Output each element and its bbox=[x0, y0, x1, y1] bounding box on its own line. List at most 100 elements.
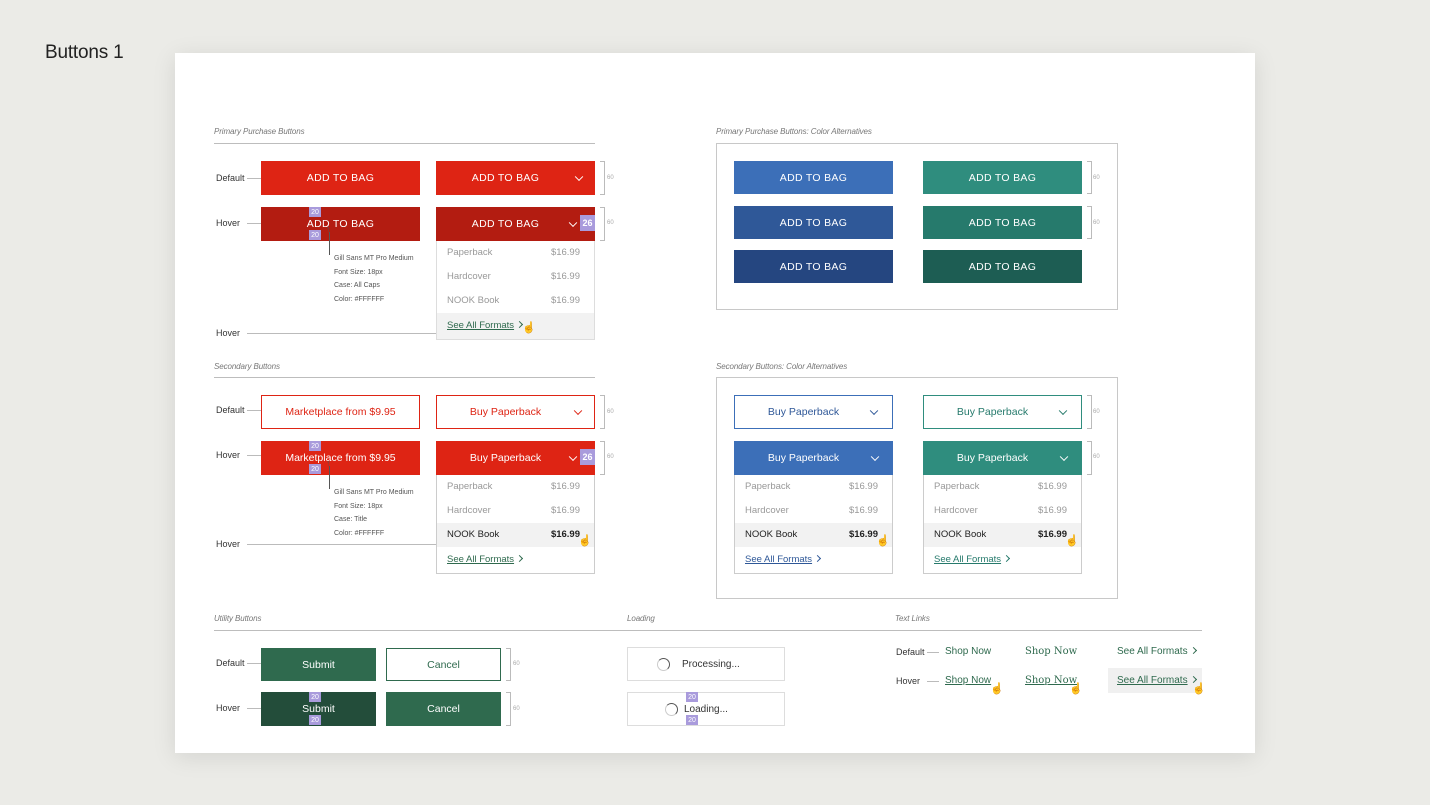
section-label-secondary: Secondary Buttons bbox=[214, 362, 280, 371]
add-to-bag-teal-hover[interactable]: ADD TO BAG bbox=[923, 206, 1082, 239]
menu-item-paperback[interactable]: Paperback $16.99 bbox=[924, 475, 1081, 499]
section-label-primary-alt: Primary Purchase Buttons: Color Alternat… bbox=[716, 127, 872, 136]
height-bracket bbox=[1087, 206, 1092, 239]
chevron-right-icon bbox=[1189, 675, 1197, 684]
padding-marker-right: 26 bbox=[580, 215, 595, 231]
buy-paperback-button-hover[interactable]: Buy Paperback bbox=[436, 441, 595, 475]
button-label: ADD TO BAG bbox=[471, 172, 540, 184]
shop-now-link-hover[interactable]: Shop Now bbox=[945, 675, 991, 686]
chevron-right-icon bbox=[814, 554, 822, 563]
add-to-bag-blue-hover[interactable]: ADD TO BAG bbox=[734, 206, 893, 239]
padding-marker-top: 20 bbox=[309, 692, 321, 702]
menu-item-hardcover[interactable]: Hardcover $16.99 bbox=[924, 499, 1081, 523]
menu-item-nook-book[interactable]: NOOK Book $16.99 bbox=[437, 289, 594, 313]
pointer-cursor-icon: ☝ bbox=[1065, 535, 1079, 547]
connector-line bbox=[927, 652, 939, 653]
buy-paperback-blue-hover[interactable]: Buy Paperback bbox=[734, 441, 893, 475]
arrow-up-icon: ↑ bbox=[326, 458, 331, 468]
row-label-default: Default bbox=[216, 658, 245, 668]
pointer-cursor-icon: ☝ bbox=[990, 683, 1004, 695]
cancel-button-hover[interactable]: Cancel bbox=[386, 692, 501, 726]
add-to-bag-button-hover[interactable]: ADD TO BAG bbox=[261, 207, 420, 241]
shop-now-serif-link[interactable]: Shop Now bbox=[1025, 646, 1077, 657]
marketplace-button-hover[interactable]: Marketplace from $9.95 bbox=[261, 441, 420, 475]
menu-item-paperback[interactable]: Paperback $16.99 bbox=[437, 241, 594, 265]
padding-marker-top: 20 bbox=[686, 692, 698, 702]
marketplace-button[interactable]: Marketplace from $9.95 bbox=[261, 395, 420, 429]
connector-line bbox=[247, 544, 436, 545]
dimension-label: 60 bbox=[1093, 220, 1100, 226]
row-label-hover: Hover bbox=[216, 703, 241, 713]
menu-footer: See All Formats bbox=[735, 547, 892, 573]
menu-item-nook-book[interactable]: NOOK Book $16.99 ☝ bbox=[924, 523, 1081, 547]
dimension-label: 60 bbox=[1093, 454, 1100, 460]
shop-now-link[interactable]: Shop Now bbox=[945, 646, 991, 657]
see-all-formats-link[interactable]: See All Formats bbox=[745, 554, 822, 565]
chevron-down-icon bbox=[568, 218, 578, 228]
dimension-label: 60 bbox=[607, 409, 614, 415]
add-to-bag-dropdown-button-hover[interactable]: ADD TO BAG bbox=[436, 207, 595, 241]
section-label-primary: Primary Purchase Buttons bbox=[214, 127, 305, 136]
artboard: Primary Purchase Buttons Default ADD TO … bbox=[175, 53, 1255, 753]
add-to-bag-blue-default[interactable]: ADD TO BAG bbox=[734, 161, 893, 194]
pointer-cursor-icon: ☝ bbox=[876, 535, 890, 547]
format-dropdown-menu-teal: Paperback $16.99 Hardcover $16.99 NOOK Boo… bbox=[923, 475, 1082, 574]
menu-item-nook-book[interactable]: NOOK Book $16.99 ☝ bbox=[437, 523, 594, 547]
buy-paperback-blue-default[interactable]: Buy Paperback bbox=[734, 395, 893, 429]
menu-item-nook-book[interactable]: NOOK Book $16.99 ☝ bbox=[735, 523, 892, 547]
see-all-formats-link[interactable]: See All Formats bbox=[447, 554, 524, 565]
add-to-bag-teal-default[interactable]: ADD TO BAG bbox=[923, 161, 1082, 194]
menu-item-paperback[interactable]: Paperback $16.99 bbox=[735, 475, 892, 499]
spec-line: Gill Sans MT Pro Medium bbox=[334, 255, 414, 262]
section-rule bbox=[214, 630, 1202, 631]
menu-item-hardcover[interactable]: Hardcover $16.99 bbox=[437, 265, 594, 289]
height-bracket bbox=[1087, 161, 1092, 194]
annotation-line bbox=[329, 232, 330, 255]
format-dropdown-menu-blue: Paperback $16.99 Hardcover $16.99 NOOK Boo… bbox=[734, 475, 893, 574]
padding-marker-top: 20 bbox=[309, 441, 321, 451]
row-label-default: Default bbox=[216, 405, 245, 415]
pointer-cursor-icon: ☝ bbox=[522, 322, 536, 334]
button-label: ADD TO BAG bbox=[306, 218, 375, 230]
add-to-bag-button[interactable]: ADD TO BAG bbox=[261, 161, 420, 195]
padding-marker-bottom: 20 bbox=[309, 464, 321, 474]
padding-marker-bottom: 20 bbox=[309, 715, 321, 725]
padding-marker-right: 26 bbox=[580, 449, 595, 465]
add-to-bag-blue-active[interactable]: ADD TO BAG bbox=[734, 250, 893, 283]
dimension-label: 60 bbox=[607, 220, 614, 226]
type-spec: Gill Sans MT Pro Medium Font Size: 18px … bbox=[334, 486, 414, 540]
dimension-label: 60 bbox=[607, 454, 614, 460]
menu-item-hardcover[interactable]: Hardcover $16.99 bbox=[437, 499, 594, 523]
cancel-button[interactable]: Cancel bbox=[386, 648, 501, 681]
chevron-down-icon bbox=[1059, 452, 1069, 462]
dimension-label: 60 bbox=[513, 706, 520, 712]
see-all-formats-link[interactable]: See All Formats bbox=[447, 320, 524, 331]
row-label-hover: Hover bbox=[216, 328, 241, 338]
row-label-hover: Hover bbox=[896, 676, 921, 686]
buy-paperback-teal-default[interactable]: Buy Paperback bbox=[923, 395, 1082, 429]
spec-line: Gill Sans MT Pro Medium bbox=[334, 489, 414, 496]
buy-paperback-teal-hover[interactable]: Buy Paperback bbox=[923, 441, 1082, 475]
spec-line: Font Size: 18px bbox=[334, 502, 383, 510]
add-to-bag-teal-active[interactable]: ADD TO BAG bbox=[923, 250, 1082, 283]
height-bracket bbox=[506, 692, 511, 726]
dimension-label: 60 bbox=[513, 661, 520, 667]
button-label: ADD TO BAG bbox=[471, 218, 540, 230]
height-bracket bbox=[1087, 441, 1092, 475]
submit-button[interactable]: Submit bbox=[261, 648, 376, 681]
see-all-formats-link[interactable]: See All Formats bbox=[1117, 646, 1197, 657]
buy-paperback-button[interactable]: Buy Paperback bbox=[436, 395, 595, 429]
menu-item-hardcover[interactable]: Hardcover $16.99 bbox=[735, 499, 892, 523]
see-all-formats-link[interactable]: See All Formats bbox=[934, 554, 1011, 565]
dimension-label: 60 bbox=[1093, 409, 1100, 415]
add-to-bag-dropdown-button[interactable]: ADD TO BAG bbox=[436, 161, 595, 195]
height-bracket bbox=[600, 161, 605, 195]
chevron-down-icon bbox=[573, 406, 583, 416]
pointer-cursor-icon: ☝ bbox=[1069, 683, 1083, 695]
see-all-formats-link-hover[interactable]: See All Formats bbox=[1117, 675, 1197, 686]
section-rule bbox=[214, 377, 595, 378]
spec-line: Color: #FFFFFF bbox=[334, 529, 385, 537]
chevron-right-icon bbox=[516, 554, 524, 563]
menu-item-paperback[interactable]: Paperback $16.99 bbox=[437, 475, 594, 499]
connector-line bbox=[247, 708, 261, 709]
